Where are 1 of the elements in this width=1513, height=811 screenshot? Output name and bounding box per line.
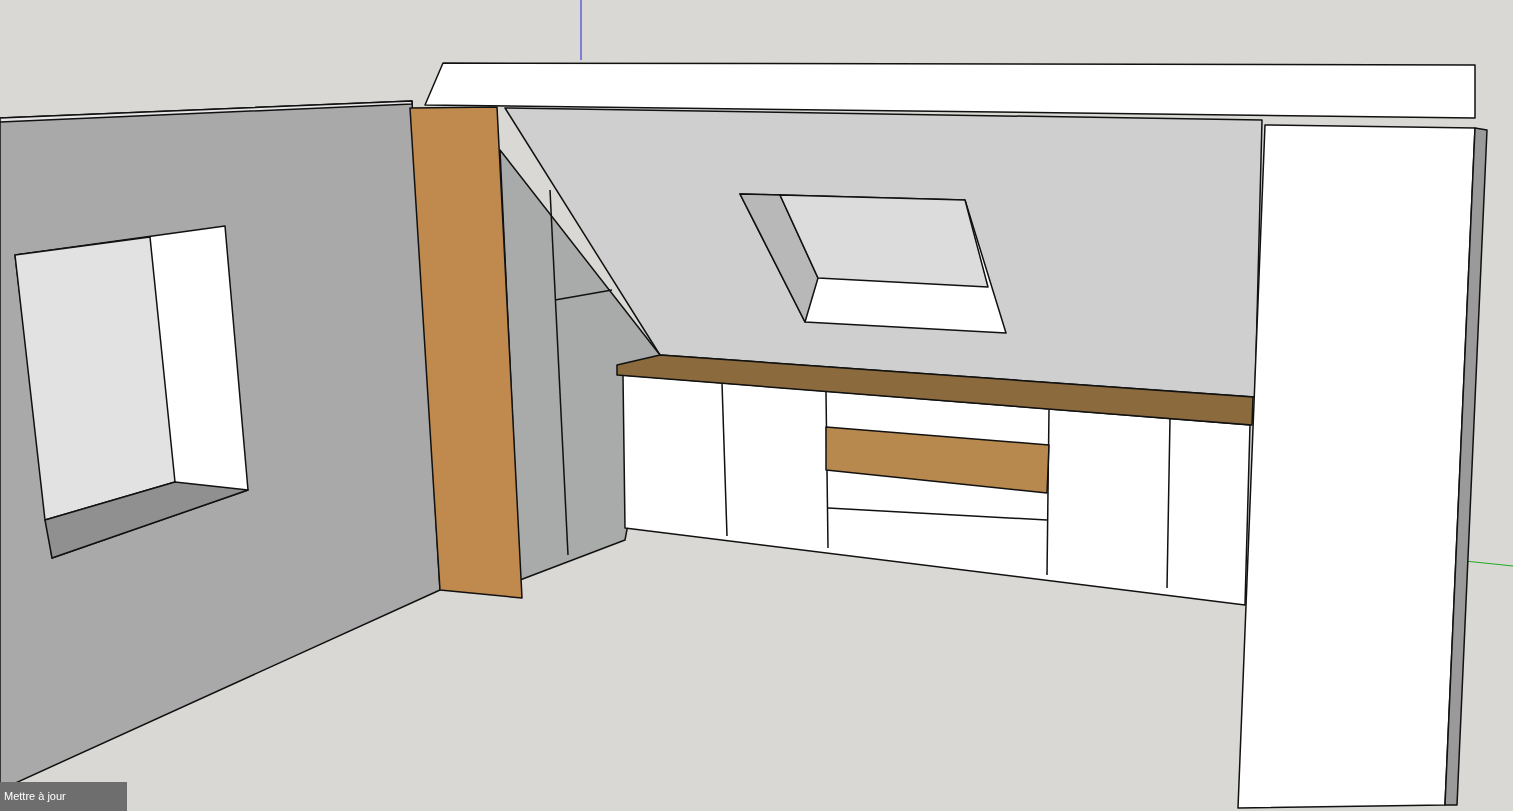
update-button[interactable]: Mettre à jour [0, 782, 127, 811]
